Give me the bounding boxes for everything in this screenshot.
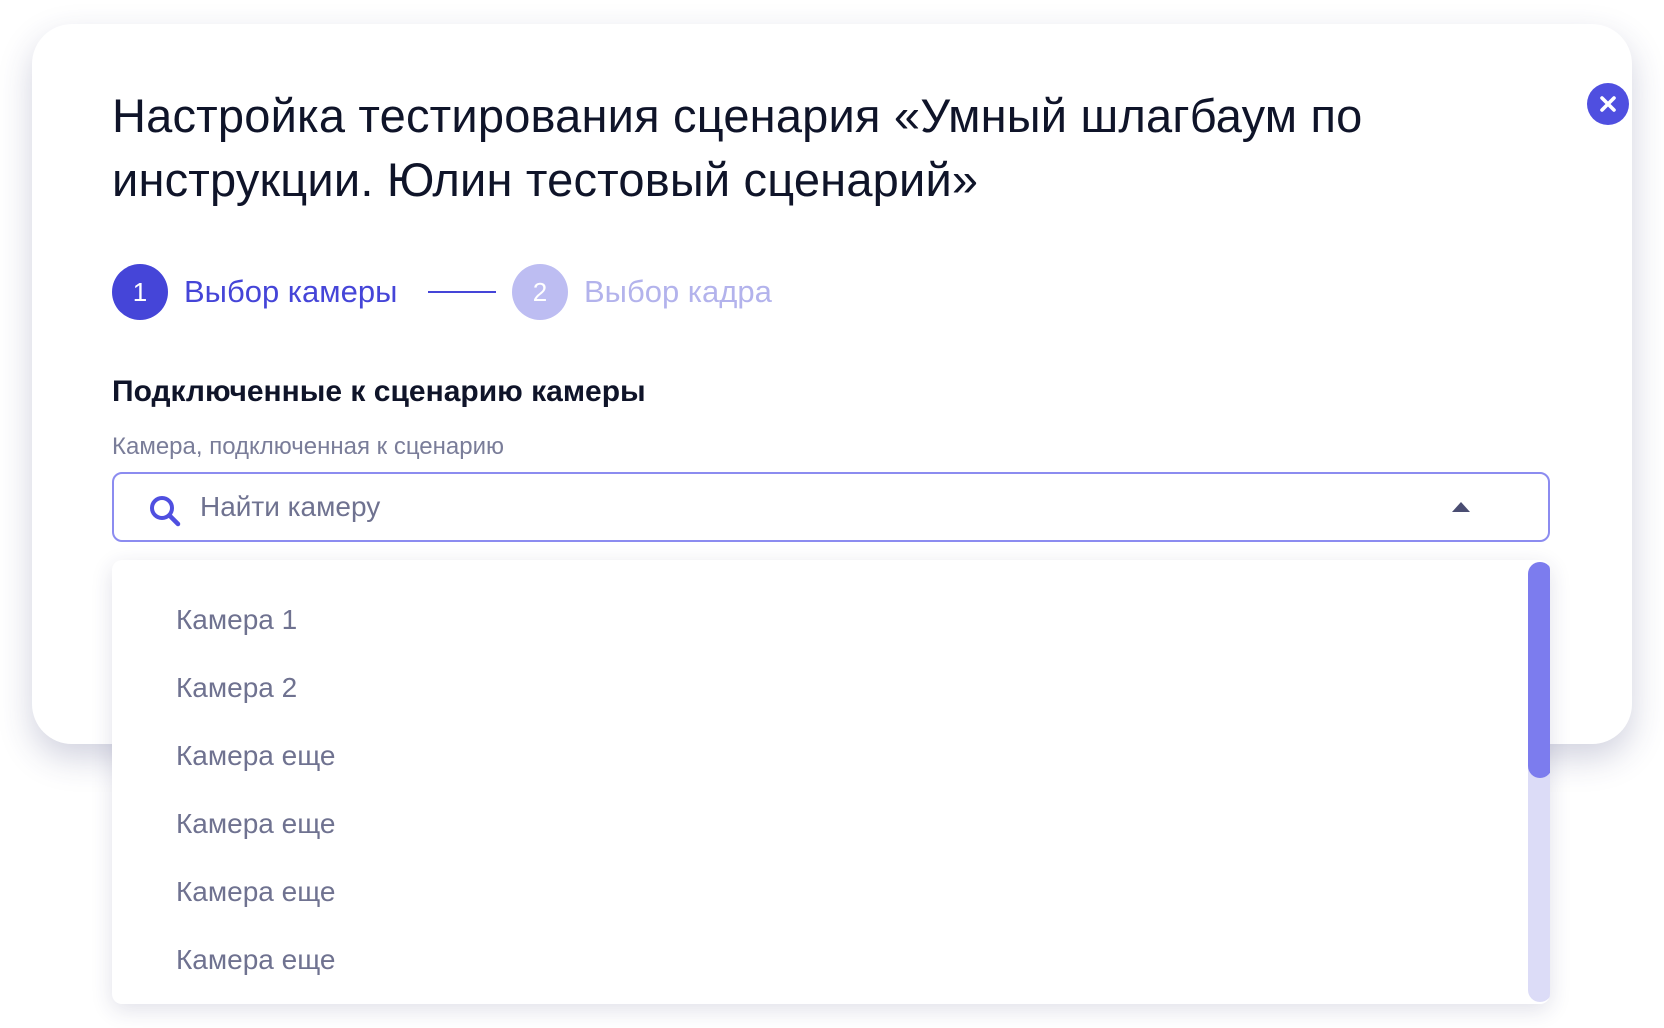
camera-field-label: Камера, подключенная к сценарию xyxy=(112,433,504,460)
scrollbar-thumb[interactable] xyxy=(1528,562,1550,778)
camera-dropdown-list: Камера 1 Камера 2 Камера еще Камера еще … xyxy=(112,560,1550,1004)
step-1-label[interactable]: Выбор камеры xyxy=(184,270,397,314)
dialog-title: Настройка тестирования сценария «Умный ш… xyxy=(112,89,1363,206)
dropdown-option[interactable]: Камера 1 xyxy=(176,600,297,640)
close-icon xyxy=(1600,96,1616,112)
dropdown-option[interactable]: Камера 2 xyxy=(176,668,297,708)
search-icon xyxy=(150,496,181,527)
step-1-indicator[interactable]: 1 xyxy=(112,264,168,320)
section-heading: Подключенные к сценарию камеры xyxy=(112,375,646,408)
dropdown-option[interactable]: Камера еще xyxy=(176,872,336,912)
step-2-label[interactable]: Выбор кадра xyxy=(584,270,772,314)
dropdown-option[interactable]: Камера еще xyxy=(176,736,336,776)
step-connector xyxy=(428,291,496,293)
step-2-indicator[interactable]: 2 xyxy=(512,264,568,320)
camera-search-field[interactable] xyxy=(112,472,1550,542)
dropdown-option[interactable]: Камера еще xyxy=(176,804,336,844)
dropdown-option[interactable]: Камера еще xyxy=(176,940,336,980)
chevron-up-icon[interactable] xyxy=(1452,502,1470,512)
scrollbar-track[interactable] xyxy=(1528,562,1550,1002)
camera-search-input[interactable] xyxy=(200,486,1400,528)
close-button[interactable] xyxy=(1587,83,1629,125)
